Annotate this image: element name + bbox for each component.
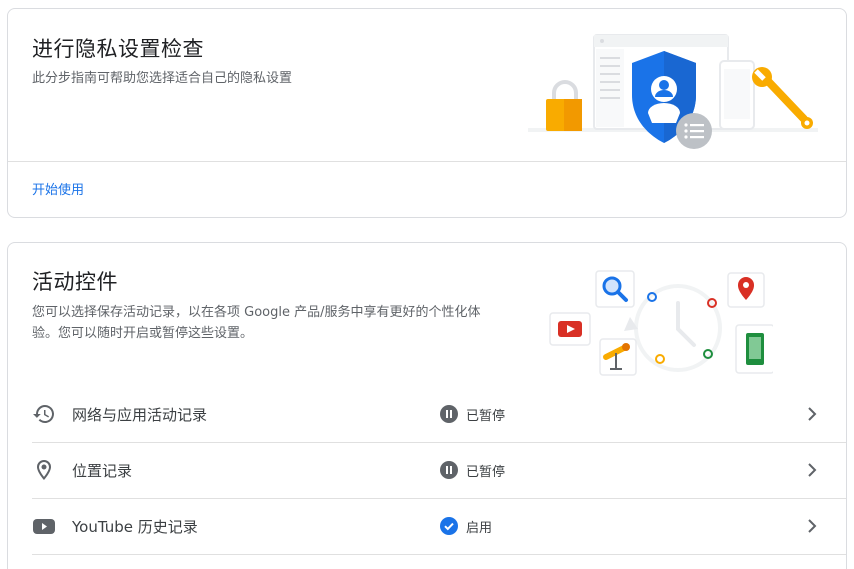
status-text: 已暂停 [466, 465, 506, 480]
privacy-checkup-description: 此分步指南可帮助您选择适合自己的隐私设置 [32, 71, 293, 86]
privacy-checkup-card: 进行隐私设置检查 此分步指南可帮助您选择适合自己的隐私设置 开始使用 [7, 8, 847, 218]
pause-icon [440, 405, 458, 423]
privacy-checkup-title: 进行隐私设置检查 [32, 37, 204, 61]
status-text: 启用 [466, 521, 493, 536]
pause-icon [440, 461, 458, 479]
status-text: 已暂停 [466, 409, 506, 424]
row-divider [32, 554, 846, 555]
location-history-row[interactable]: 位置记录 已暂停 [32, 442, 824, 498]
row-label: 位置记录 [72, 462, 133, 480]
row-label: YouTube 历史记录 [72, 518, 198, 536]
location-pin-icon [37, 460, 51, 480]
web-app-activity-row[interactable]: 网络与应用活动记录 已暂停 [32, 386, 824, 442]
history-icon [33, 405, 54, 423]
chevron-right-icon [808, 407, 817, 421]
check-circle-icon [440, 517, 458, 535]
activity-controls-illustration [549, 270, 773, 376]
start-checkup-link[interactable]: 开始使用 [32, 179, 84, 198]
card-divider [8, 161, 846, 162]
privacy-checkup-illustration [528, 34, 818, 149]
activity-controls-card: 活动控件 您可以选择保存活动记录，以在各项 Google 产品/服务中享有更好的… [7, 242, 847, 569]
chevron-right-icon [808, 463, 817, 477]
youtube-icon [33, 519, 55, 534]
youtube-history-row[interactable]: YouTube 历史记录 启用 [32, 498, 824, 554]
activity-controls-title: 活动控件 [32, 270, 118, 294]
chevron-right-icon [808, 519, 817, 533]
activity-controls-description: 您可以选择保存活动记录，以在各项 Google 产品/服务中享有更好的个性化体验… [32, 305, 481, 341]
row-label: 网络与应用活动记录 [72, 406, 208, 424]
